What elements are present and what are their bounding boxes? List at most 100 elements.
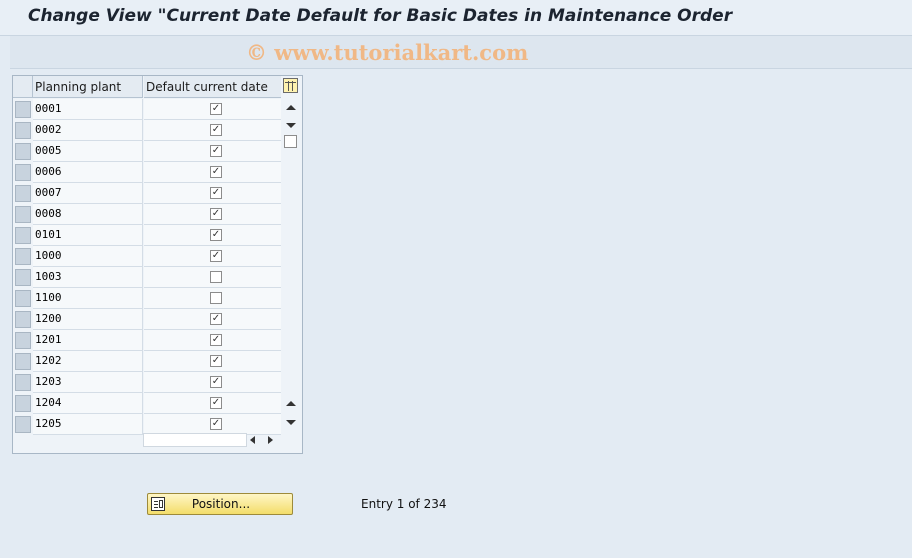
row-selector[interactable] <box>15 101 31 118</box>
default-current-date-checkbox[interactable] <box>210 271 222 283</box>
default-current-date-checkbox[interactable]: ✓ <box>210 418 222 430</box>
default-current-date-cell: ✓ <box>144 183 281 204</box>
table-row[interactable]: 1203 ✓ <box>13 372 281 393</box>
table-row[interactable]: 1100 <box>13 288 281 309</box>
default-current-date-checkbox[interactable]: ✓ <box>210 355 222 367</box>
default-current-date-cell: ✓ <box>144 393 281 414</box>
default-current-date-checkbox[interactable]: ✓ <box>210 166 222 178</box>
default-current-date-checkbox[interactable]: ✓ <box>210 397 222 409</box>
row-selector[interactable] <box>15 311 31 328</box>
row-selector[interactable] <box>15 248 31 265</box>
row-selector[interactable] <box>15 227 31 244</box>
default-current-date-cell: ✓ <box>144 351 281 372</box>
table-row[interactable]: 1201 ✓ <box>13 330 281 351</box>
row-selector[interactable] <box>15 143 31 160</box>
planning-plant-cell: 1100 <box>33 288 143 309</box>
table-row[interactable]: 0002 ✓ <box>13 120 281 141</box>
scroll-left-icon[interactable] <box>250 436 255 444</box>
table-row[interactable]: 1202 ✓ <box>13 351 281 372</box>
table-row[interactable]: 0101 ✓ <box>13 225 281 246</box>
table-row[interactable]: 1003 <box>13 267 281 288</box>
table-row[interactable]: 1200 ✓ <box>13 309 281 330</box>
row-selector[interactable] <box>15 290 31 307</box>
default-current-date-checkbox[interactable]: ✓ <box>210 208 222 220</box>
scroll-page-up-icon[interactable] <box>286 401 296 406</box>
default-current-date-checkbox[interactable]: ✓ <box>210 376 222 388</box>
horizontal-scrollbar[interactable] <box>143 433 247 447</box>
table-row[interactable]: 0008 ✓ <box>13 204 281 225</box>
default-current-date-checkbox[interactable]: ✓ <box>210 187 222 199</box>
default-current-date-checkbox[interactable]: ✓ <box>210 334 222 346</box>
default-current-date-checkbox[interactable]: ✓ <box>210 103 222 115</box>
maintenance-table: Planning plant Default current date 0001… <box>12 75 303 454</box>
table-row[interactable]: 1000 ✓ <box>13 246 281 267</box>
planning-plant-cell: 0007 <box>33 183 143 204</box>
planning-plant-cell: 1200 <box>33 309 143 330</box>
planning-plant-cell: 0101 <box>33 225 143 246</box>
vertical-scrollbar[interactable] <box>283 98 299 430</box>
default-current-date-cell: ✓ <box>144 225 281 246</box>
watermark: © www.tutorialkart.com <box>246 40 529 65</box>
default-current-date-checkbox[interactable] <box>210 292 222 304</box>
table-row[interactable]: 0005 ✓ <box>13 141 281 162</box>
default-current-date-checkbox[interactable]: ✓ <box>210 124 222 136</box>
planning-plant-cell: 1202 <box>33 351 143 372</box>
row-selector[interactable] <box>15 164 31 181</box>
table-row[interactable]: 0001 ✓ <box>13 99 281 120</box>
row-selector[interactable] <box>15 395 31 412</box>
planning-plant-cell: 0006 <box>33 162 143 183</box>
column-header-planning-plant[interactable]: Planning plant <box>33 76 143 98</box>
planning-plant-cell: 1203 <box>33 372 143 393</box>
default-current-date-checkbox[interactable]: ✓ <box>210 229 222 241</box>
default-current-date-checkbox[interactable]: ✓ <box>210 313 222 325</box>
scroll-up-icon[interactable] <box>286 105 296 110</box>
row-selector[interactable] <box>15 416 31 433</box>
select-all-header[interactable] <box>13 76 33 98</box>
scroll-right-icon[interactable] <box>268 436 273 444</box>
planning-plant-cell: 0002 <box>33 120 143 141</box>
scroll-thumb[interactable] <box>284 135 297 148</box>
default-current-date-checkbox[interactable]: ✓ <box>210 145 222 157</box>
default-current-date-cell: ✓ <box>144 246 281 267</box>
row-selector[interactable] <box>15 269 31 286</box>
default-current-date-cell <box>144 288 281 309</box>
default-current-date-cell: ✓ <box>144 372 281 393</box>
default-current-date-cell: ✓ <box>144 120 281 141</box>
position-button[interactable]: Position... <box>147 493 293 515</box>
planning-plant-cell: 1204 <box>33 393 143 414</box>
scroll-down-icon[interactable] <box>286 123 296 128</box>
default-current-date-cell: ✓ <box>144 309 281 330</box>
table-row[interactable]: 1204 ✓ <box>13 393 281 414</box>
row-selector[interactable] <box>15 353 31 370</box>
table-row[interactable]: 0007 ✓ <box>13 183 281 204</box>
default-current-date-cell: ✓ <box>144 162 281 183</box>
entry-counter: Entry 1 of 234 <box>361 497 447 511</box>
planning-plant-cell: 1000 <box>33 246 143 267</box>
default-current-date-cell <box>144 267 281 288</box>
column-header-default-current-date[interactable]: Default current date <box>144 76 281 98</box>
default-current-date-cell: ✓ <box>144 141 281 162</box>
default-current-date-checkbox[interactable]: ✓ <box>210 250 222 262</box>
planning-plant-cell: 0005 <box>33 141 143 162</box>
default-current-date-cell: ✓ <box>144 414 281 435</box>
planning-plant-cell: 0001 <box>33 99 143 120</box>
planning-plant-cell: 1205 <box>33 414 143 435</box>
table-row[interactable]: 0006 ✓ <box>13 162 281 183</box>
default-current-date-cell: ✓ <box>144 330 281 351</box>
planning-plant-cell: 1003 <box>33 267 143 288</box>
planning-plant-cell: 0008 <box>33 204 143 225</box>
default-current-date-cell: ✓ <box>144 204 281 225</box>
row-selector[interactable] <box>15 122 31 139</box>
title-bar: Change View "Current Date Default for Ba… <box>0 0 912 36</box>
row-selector[interactable] <box>15 206 31 223</box>
page-title: Change View "Current Date Default for Ba… <box>28 6 733 26</box>
row-selector[interactable] <box>15 332 31 349</box>
table-row[interactable]: 1205 ✓ <box>13 414 281 435</box>
position-button-label: Position... <box>191 497 251 511</box>
default-current-date-cell: ✓ <box>144 99 281 120</box>
scroll-page-down-icon[interactable] <box>286 420 296 425</box>
table-settings-icon[interactable] <box>283 78 298 93</box>
planning-plant-cell: 1201 <box>33 330 143 351</box>
row-selector[interactable] <box>15 374 31 391</box>
row-selector[interactable] <box>15 185 31 202</box>
